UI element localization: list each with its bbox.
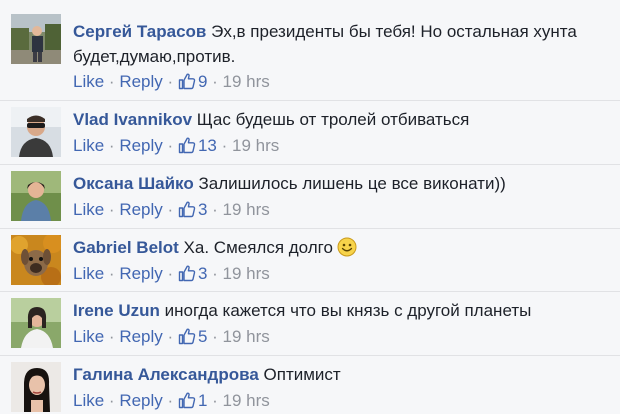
separator: · xyxy=(167,200,174,219)
separator: · xyxy=(108,264,115,283)
timestamp[interactable]: 19 hrs xyxy=(223,200,270,219)
comment: Gabriel Belot Ха. Смеялся долго Like · R… xyxy=(0,228,620,292)
comment-text: Оптимист xyxy=(263,365,341,384)
comment: Vlad Ivannikov Щас будешь от тролей отби… xyxy=(0,100,620,165)
comment-author[interactable]: Галина Александрова xyxy=(73,365,259,384)
comment-text: Ха. Смеялся долго xyxy=(183,238,333,257)
reply-button[interactable]: Reply xyxy=(119,72,162,91)
separator: · xyxy=(212,200,218,219)
avatar[interactable] xyxy=(11,107,61,157)
reply-button[interactable]: Reply xyxy=(119,200,162,219)
comment-text: Залишилось лишень це все виконати)) xyxy=(198,174,506,193)
like-count[interactable]: 3 xyxy=(178,200,207,219)
like-button[interactable]: Like xyxy=(73,391,104,410)
separator: · xyxy=(108,72,115,91)
like-count-value: 1 xyxy=(197,391,208,410)
like-count[interactable]: 13 xyxy=(178,136,217,155)
like-count-value: 3 xyxy=(197,264,208,283)
smiley-icon xyxy=(337,237,357,265)
like-count-value: 3 xyxy=(197,200,208,219)
separator: · xyxy=(167,264,174,283)
like-button[interactable]: Like xyxy=(73,200,104,219)
comment: Irene Uzun иногда кажется что вы князь с… xyxy=(0,291,620,356)
like-count-value: 13 xyxy=(197,136,217,155)
reply-button[interactable]: Reply xyxy=(119,264,162,283)
comment-text-continued: будет,думаю,против. xyxy=(73,47,236,66)
thumbs-up-icon xyxy=(178,391,196,409)
timestamp[interactable]: 19 hrs xyxy=(223,327,270,346)
timestamp[interactable]: 19 hrs xyxy=(232,136,279,155)
separator: · xyxy=(212,327,218,346)
comment-author[interactable]: Vlad Ivannikov xyxy=(73,110,192,129)
comment-text: иногда кажется что вы князь с другой пла… xyxy=(164,301,532,320)
comment-author[interactable]: Оксана Шайко xyxy=(73,174,194,193)
like-count-value: 5 xyxy=(197,327,208,346)
timestamp[interactable]: 19 hrs xyxy=(223,391,270,410)
like-button[interactable]: Like xyxy=(73,72,104,91)
avatar[interactable] xyxy=(11,14,61,64)
like-count[interactable]: 5 xyxy=(178,327,207,346)
like-button[interactable]: Like xyxy=(73,327,104,346)
reply-button[interactable]: Reply xyxy=(119,327,162,346)
comment-author[interactable]: Irene Uzun xyxy=(73,301,160,320)
timestamp[interactable]: 19 hrs xyxy=(223,72,270,91)
comment-text: Эх,в президенты бы тебя! Но остальная ху… xyxy=(211,22,577,41)
comment-text: Щас будешь от тролей отбиваться xyxy=(196,110,470,129)
thumbs-up-icon xyxy=(178,327,196,345)
separator: · xyxy=(167,136,174,155)
comment-list: Сергей Тарасов Эх,в президенты бы тебя! … xyxy=(0,0,620,414)
timestamp[interactable]: 19 hrs xyxy=(223,264,270,283)
comment: Галина Александрова Оптимист Like · Repl… xyxy=(0,355,620,414)
comment-author[interactable]: Gabriel Belot xyxy=(73,238,179,257)
separator: · xyxy=(108,136,115,155)
avatar[interactable] xyxy=(11,235,61,285)
separator: · xyxy=(167,327,174,346)
separator: · xyxy=(167,72,174,91)
like-count[interactable]: 1 xyxy=(178,391,207,410)
reply-button[interactable]: Reply xyxy=(119,136,162,155)
comment: Сергей Тарасов Эх,в президенты бы тебя! … xyxy=(0,0,620,101)
separator: · xyxy=(221,136,228,155)
thumbs-up-icon xyxy=(178,136,196,154)
separator: · xyxy=(212,264,218,283)
separator: · xyxy=(108,391,115,410)
reply-button[interactable]: Reply xyxy=(119,391,162,410)
like-button[interactable]: Like xyxy=(73,264,104,283)
thumbs-up-icon xyxy=(178,200,196,218)
like-count[interactable]: 3 xyxy=(178,264,207,283)
comment: Оксана Шайко Залишилось лишень це все ви… xyxy=(0,164,620,229)
comment-author[interactable]: Сергей Тарасов xyxy=(73,22,206,41)
separator: · xyxy=(108,327,115,346)
separator: · xyxy=(108,200,115,219)
separator: · xyxy=(212,391,218,410)
thumbs-up-icon xyxy=(178,72,196,90)
thumbs-up-icon xyxy=(178,264,196,282)
avatar[interactable] xyxy=(11,298,61,348)
separator: · xyxy=(212,72,218,91)
like-count[interactable]: 9 xyxy=(178,72,207,91)
like-button[interactable]: Like xyxy=(73,136,104,155)
avatar[interactable] xyxy=(11,362,61,412)
avatar[interactable] xyxy=(11,171,61,221)
separator: · xyxy=(167,391,174,410)
like-count-value: 9 xyxy=(197,72,208,91)
